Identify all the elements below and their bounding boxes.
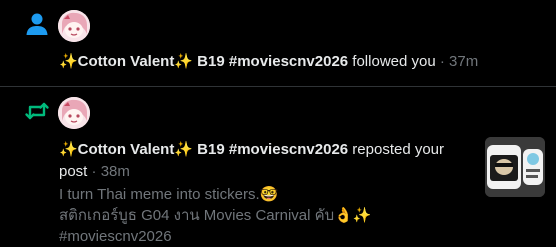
post-hashtag[interactable]: #moviescnv2026 bbox=[59, 226, 466, 247]
repost-icon bbox=[24, 98, 50, 124]
avatar[interactable] bbox=[58, 10, 90, 42]
avatar[interactable] bbox=[58, 97, 90, 129]
notification-repost[interactable]: ✨Cotton Valent✨ B19 #moviescnv2026 repos… bbox=[0, 87, 556, 245]
post-thumbnail[interactable] bbox=[485, 137, 545, 197]
action-text: reposted your bbox=[352, 141, 445, 158]
separator: · bbox=[439, 53, 445, 70]
timestamp: 38m bbox=[100, 163, 130, 180]
display-name[interactable]: ✨Cotton Valent✨ B19 #moviescnv2026 bbox=[59, 141, 348, 158]
action-text-post[interactable]: post bbox=[59, 163, 87, 180]
notification-follow[interactable]: ✨Cotton Valent✨ B19 #moviescnv2026 follo… bbox=[0, 0, 556, 87]
post-text-line: I turn Thai meme into stickers.🤓 bbox=[59, 186, 279, 203]
separator: · bbox=[91, 163, 97, 180]
person-icon bbox=[24, 11, 50, 37]
notification-text: ✨Cotton Valent✨ B19 #moviescnv2026 follo… bbox=[59, 52, 536, 72]
post-text-line: สติกเกอร์บูธ G04 งาน Movies Carnival คับ… bbox=[59, 207, 372, 224]
notification-text: ✨Cotton Valent✨ B19 #moviescnv2026 repos… bbox=[59, 140, 466, 160]
notification-text-cont: post · 38m bbox=[59, 162, 466, 182]
action-text: followed you bbox=[352, 53, 436, 70]
display-name[interactable]: ✨Cotton Valent✨ B19 #moviescnv2026 bbox=[59, 53, 348, 70]
timestamp: 37m bbox=[449, 53, 479, 70]
